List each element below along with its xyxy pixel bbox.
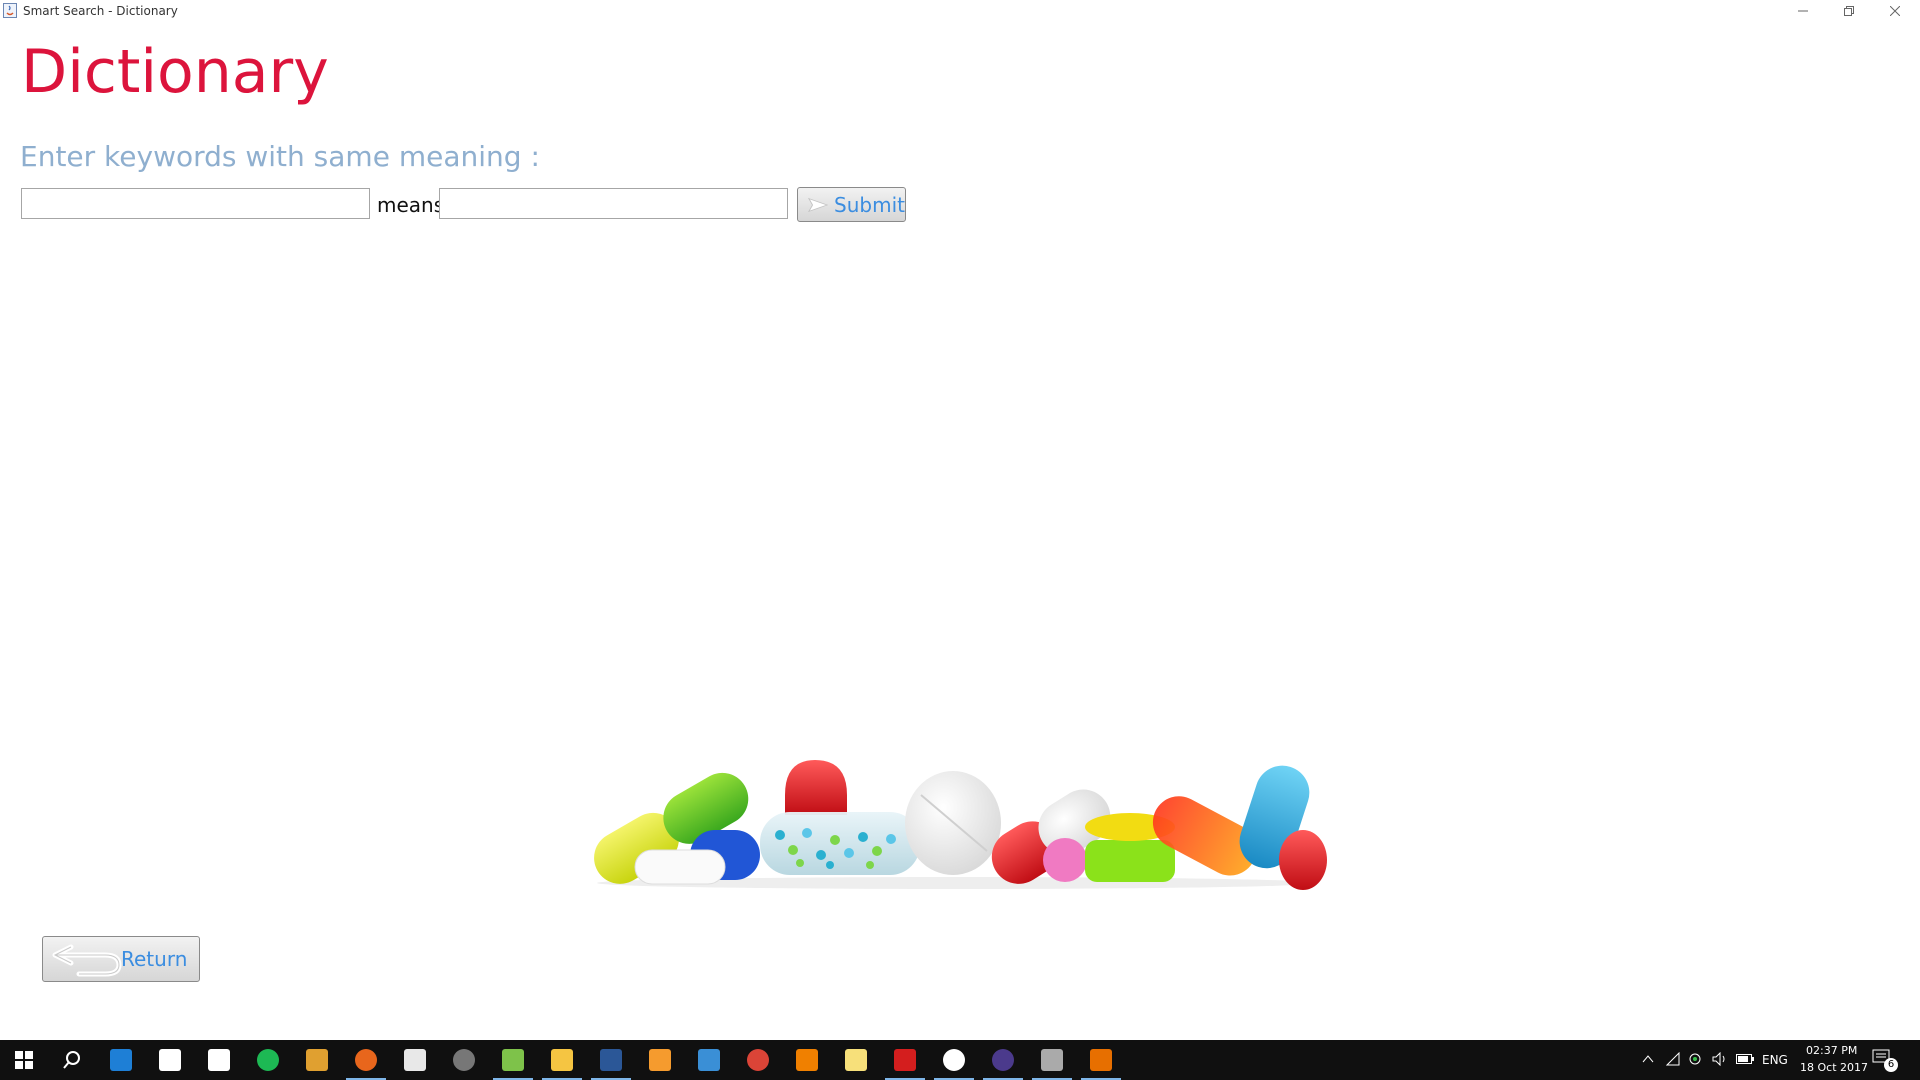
excel-icon	[502, 1049, 524, 1071]
minimize-icon	[1797, 10, 1808, 12]
close-button[interactable]	[1872, 0, 1917, 22]
send-arrow-icon	[808, 197, 829, 212]
taskbar-eclipse-button[interactable]	[979, 1040, 1027, 1080]
edge-icon	[110, 1049, 132, 1071]
taskbar-chrome-button[interactable]	[734, 1040, 782, 1080]
home-icon	[208, 1049, 230, 1071]
app-tray-icon[interactable]	[1688, 1052, 1702, 1066]
file-explorer-icon	[551, 1049, 573, 1071]
restore-icon	[1843, 6, 1854, 16]
spotify-icon	[257, 1049, 279, 1071]
taskbar-slack-button[interactable]	[930, 1040, 978, 1080]
action-center-button[interactable]: 6	[1872, 1048, 1900, 1072]
taskbar-edge-button[interactable]	[97, 1040, 145, 1080]
taskbar-store-button[interactable]	[146, 1040, 194, 1080]
taskbar-acrobat-button[interactable]	[881, 1040, 929, 1080]
java-app-icon	[3, 3, 17, 18]
taskbar-word-button[interactable]	[587, 1040, 635, 1080]
instruction-label: Enter keywords with same meaning :	[20, 140, 540, 173]
taskbar-vlc-button[interactable]	[783, 1040, 831, 1080]
return-button[interactable]: Return	[42, 936, 200, 982]
taskbar-java-button[interactable]	[1077, 1040, 1125, 1080]
battery-icon[interactable]	[1736, 1053, 1754, 1065]
app-circle-icon	[453, 1049, 475, 1071]
taskbar-app-blue-button[interactable]	[685, 1040, 733, 1080]
taskbar-notepad-button[interactable]	[391, 1040, 439, 1080]
app-blue-icon	[698, 1049, 720, 1071]
network-icon[interactable]	[1666, 1052, 1680, 1066]
start-button[interactable]	[0, 1040, 48, 1080]
notepad-icon	[404, 1049, 426, 1071]
window-title: Smart Search - Dictionary	[23, 4, 178, 18]
submit-button[interactable]: Submit	[797, 187, 906, 222]
media-player-icon	[649, 1049, 671, 1071]
taskbar-app-circle-button[interactable]	[440, 1040, 488, 1080]
eclipse-icon	[992, 1049, 1014, 1071]
word-icon	[600, 1049, 622, 1071]
keyword-input[interactable]	[21, 188, 370, 219]
clock-time[interactable]: 02:37 PM	[1806, 1044, 1857, 1057]
taskbar-search-button[interactable]	[48, 1040, 96, 1080]
app-cat-icon	[1041, 1049, 1063, 1071]
meaning-input[interactable]	[439, 188, 788, 219]
taskbar-excel-button[interactable]	[489, 1040, 537, 1080]
return-label: Return	[121, 947, 188, 971]
taskbar-app-cat-button[interactable]	[1028, 1040, 1076, 1080]
return-arrow-icon	[52, 944, 122, 977]
firefox-icon	[355, 1049, 377, 1071]
windows-logo-icon	[15, 1051, 33, 1069]
acrobat-icon	[894, 1049, 916, 1071]
page-title: Dictionary	[21, 37, 329, 107]
taskbar-app-yellow-button[interactable]	[293, 1040, 341, 1080]
java-icon	[1090, 1049, 1112, 1071]
vlc-icon	[796, 1049, 818, 1071]
taskbar: ENG 02:37 PM 18 Oct 2017 6	[0, 1040, 1920, 1080]
minimize-button[interactable]	[1780, 0, 1825, 22]
taskbar-spotify-button[interactable]	[244, 1040, 292, 1080]
clock-date[interactable]: 18 Oct 2017	[1800, 1061, 1868, 1074]
taskbar-home-button[interactable]	[195, 1040, 243, 1080]
show-hidden-icons-chevron-icon[interactable]	[1642, 1054, 1654, 1064]
taskbar-firefox-button[interactable]	[342, 1040, 390, 1080]
store-icon	[159, 1049, 181, 1071]
language-indicator[interactable]: ENG	[1762, 1053, 1788, 1067]
volume-icon[interactable]	[1712, 1052, 1728, 1066]
search-icon	[61, 1049, 83, 1071]
restore-button[interactable]	[1826, 0, 1871, 22]
pills-illustration	[594, 760, 1327, 890]
chrome-icon	[747, 1049, 769, 1071]
submit-label: Submit	[834, 192, 905, 217]
taskbar-file-explorer-button[interactable]	[538, 1040, 586, 1080]
taskbar-sticky-notes-button[interactable]	[832, 1040, 880, 1080]
notification-count-badge: 6	[1884, 1058, 1898, 1072]
slack-icon	[943, 1049, 965, 1071]
window-title-bar: Smart Search - Dictionary	[0, 0, 1920, 23]
sticky-notes-icon	[845, 1049, 867, 1071]
close-icon	[1889, 6, 1900, 16]
taskbar-media-player-button[interactable]	[636, 1040, 684, 1080]
app-yellow-icon	[306, 1049, 328, 1071]
means-label: means	[377, 193, 445, 217]
